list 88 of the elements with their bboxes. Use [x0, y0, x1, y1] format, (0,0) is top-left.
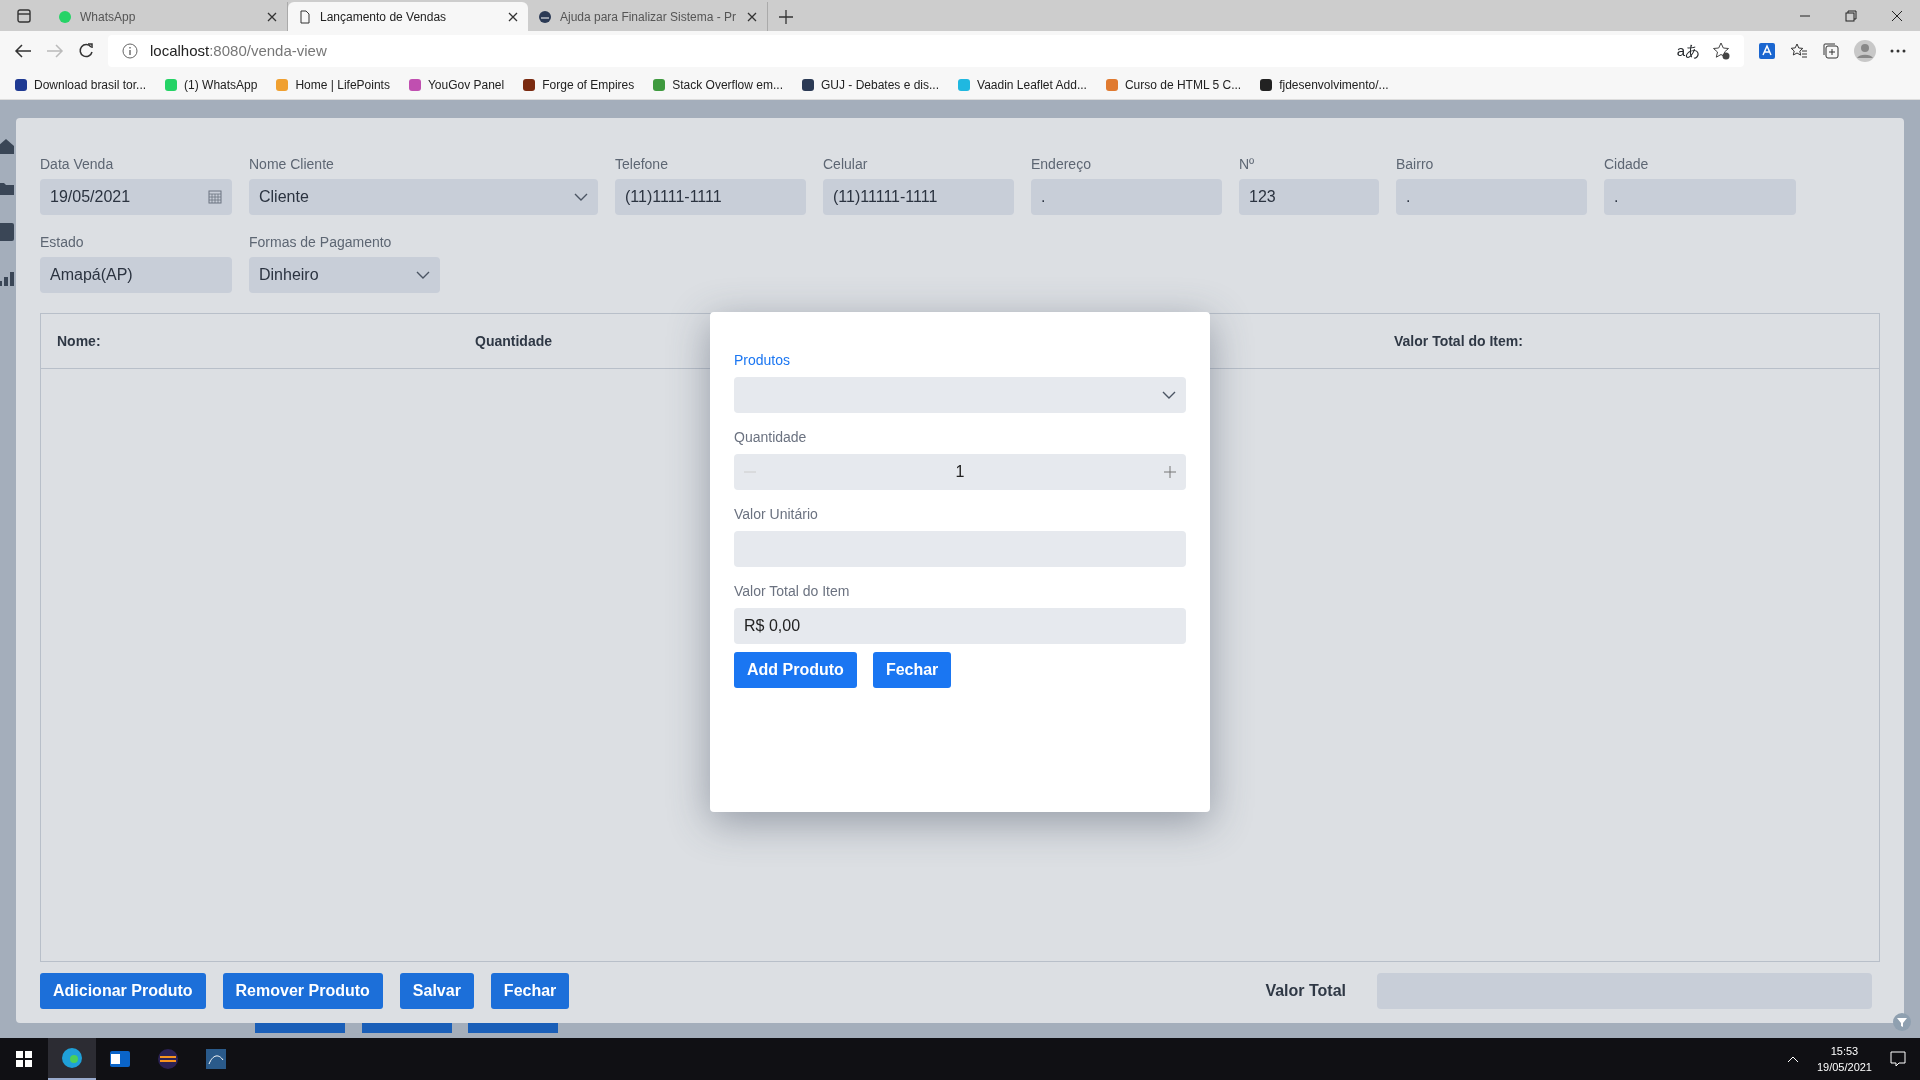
field-label: Data Venda [40, 155, 115, 174]
modal-button[interactable]: Fechar [872, 652, 952, 688]
tab-title: WhatsApp [80, 8, 137, 26]
url-field[interactable]: localhost:8080/venda-view [150, 39, 1665, 63]
bookmark-link[interactable]: Curso de HTML 5 C... [1104, 76, 1242, 94]
field-label: Nome Cliente [249, 155, 335, 174]
chart-icon[interactable] [0, 270, 14, 288]
field-label: Cidade [1604, 155, 1650, 174]
chevron-down-icon [416, 271, 430, 279]
column-header: Quantidade [475, 331, 553, 351]
column-header: Valor Total do Item: [1394, 331, 1524, 351]
input-field[interactable]: Amapá(AP) [40, 257, 232, 293]
total-label: Valor Total [1265, 981, 1346, 1001]
clock-date: 19/05/2021 [1816, 1060, 1872, 1075]
reload-icon[interactable] [78, 43, 94, 59]
profile-avatar-icon[interactable] [1854, 40, 1876, 62]
bookmark-link[interactable]: (1) WhatsApp [164, 76, 258, 94]
number-stepper[interactable]: 1 [734, 454, 1186, 490]
bookmark-link[interactable]: Forge of Empires [522, 76, 635, 94]
home-icon[interactable] [0, 138, 14, 156]
close-icon[interactable] [747, 11, 757, 22]
more-icon[interactable] [1890, 49, 1906, 53]
field-label: Bairro [1396, 155, 1435, 174]
app-icon [205, 1048, 227, 1070]
notification-icon[interactable] [1890, 1051, 1906, 1067]
action-button[interactable]: Fechar [490, 973, 570, 1009]
bookmark-link[interactable]: GUJ - Debates e dis... [800, 76, 939, 94]
tab-title: Lançamento de Vendas [320, 8, 448, 26]
favorites-icon[interactable] [1790, 42, 1808, 60]
select-field[interactable]: Cliente [249, 179, 598, 215]
filter-icon[interactable] [1893, 1013, 1911, 1031]
modal-button[interactable]: Add Produto [734, 652, 857, 688]
bookmark-link[interactable]: Vaadin Leaflet Add... [957, 76, 1087, 94]
restore-icon[interactable] [1844, 8, 1858, 23]
input-field[interactable]: . [1604, 179, 1796, 215]
select-field[interactable]: Dinheiro [249, 257, 440, 293]
browser-tab[interactable]: Lançamento de Vendas [288, 2, 528, 31]
tab-actions-icon[interactable] [17, 8, 31, 23]
info-icon[interactable] [122, 43, 138, 59]
new-tab-icon[interactable] [779, 9, 793, 24]
field-label: Valor Total do Item [734, 582, 851, 601]
app-icon [61, 1047, 83, 1069]
close-icon[interactable] [508, 11, 518, 22]
bookmark-link[interactable]: YouGov Panel [407, 76, 505, 94]
translate-icon[interactable] [1758, 42, 1776, 60]
read-aloud-button[interactable]: aあ [1676, 39, 1700, 63]
chevron-down-icon [574, 193, 588, 201]
action-button[interactable]: Salvar [399, 973, 474, 1009]
folder-icon[interactable] [0, 180, 14, 198]
taskbar-app[interactable] [48, 1038, 96, 1080]
input-field[interactable]: 123 [1239, 179, 1379, 215]
field-label: Estado [40, 233, 85, 252]
field-label: Endereço [1031, 155, 1092, 174]
app-icon [109, 1048, 131, 1070]
action-button[interactable]: Remover Produto [222, 973, 383, 1009]
bookmark-link[interactable]: fjdesenvolvimento/... [1259, 76, 1389, 94]
input-field[interactable]: (11)11111-1111 [823, 179, 1014, 215]
windows-start-icon[interactable] [16, 1051, 32, 1067]
field-label: Valor Unitário [734, 505, 819, 524]
column-header: Nome: [57, 331, 102, 351]
tab-title: Ajuda para Finalizar Sistema - Pr [560, 8, 738, 26]
field-label: Nº [1239, 155, 1256, 174]
input-field[interactable]: . [1031, 179, 1222, 215]
bookmark-link[interactable]: Stack Overflow em... [652, 76, 783, 94]
input-field[interactable] [734, 531, 1186, 567]
field-label: Telefone [615, 155, 669, 174]
close-icon[interactable] [267, 11, 277, 22]
input-field[interactable]: . [1396, 179, 1587, 215]
input-field[interactable]: R$ 0,00 [734, 608, 1186, 644]
star-add-icon[interactable] [1712, 42, 1730, 60]
action-button[interactable]: Adicionar Produto [40, 973, 206, 1009]
select-field[interactable] [734, 377, 1186, 413]
clock-time: 15:53 [1829, 1044, 1860, 1059]
plus-icon[interactable] [1164, 466, 1176, 478]
field-label: Celular [823, 155, 869, 174]
bookmark-link[interactable]: Download brasil tor... [14, 76, 147, 94]
collections-icon[interactable] [1822, 42, 1840, 60]
input-field[interactable]: (11)1111-1111 [615, 179, 806, 215]
app-icon [157, 1048, 179, 1070]
back-icon[interactable] [14, 43, 32, 59]
chevron-up-icon[interactable] [1786, 1055, 1799, 1063]
field-label: Quantidade [734, 428, 808, 447]
bookmark-link[interactable]: Home | LifePoints [275, 76, 390, 94]
field-label: Formas de Pagamento [249, 233, 393, 252]
chevron-down-icon [1162, 391, 1176, 399]
field-label: Produtos [734, 351, 792, 370]
date-field[interactable]: 19/05/2021 [40, 179, 232, 215]
close-icon[interactable] [1890, 8, 1904, 23]
